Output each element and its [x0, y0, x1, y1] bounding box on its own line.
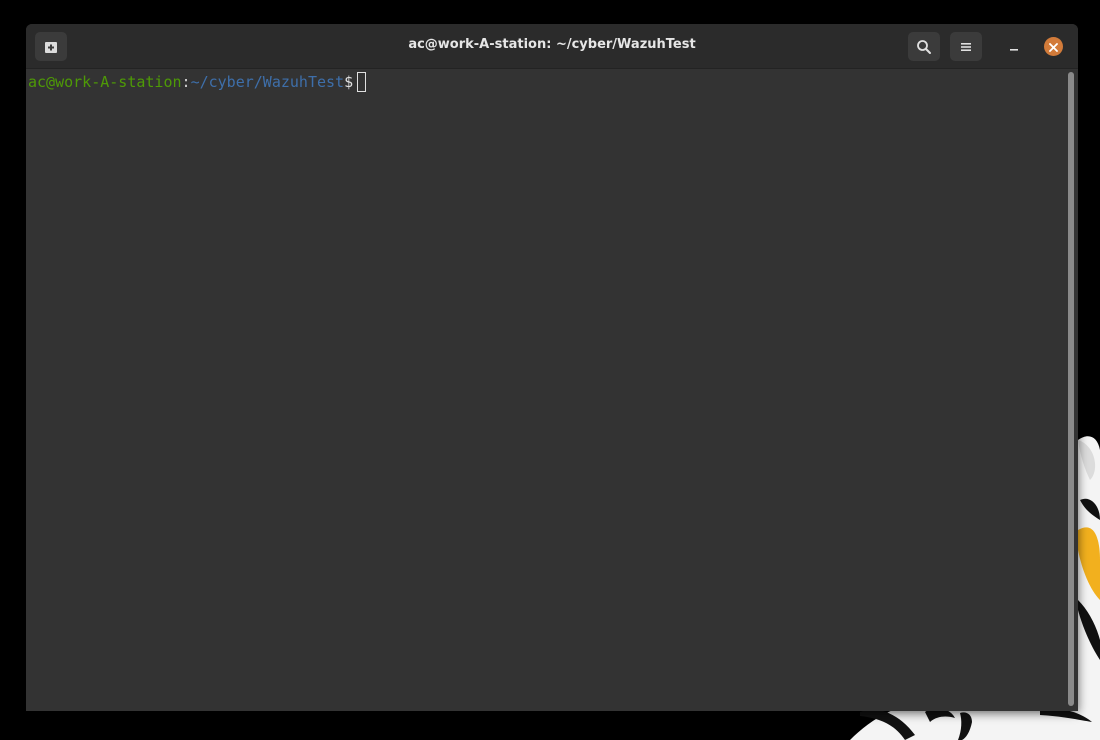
prompt-line: ac@work-A-station:~/cyber/WazuhTest$: [28, 72, 367, 92]
titlebar: ac@work-A-station: ~/cyber/WazuhTest: [26, 24, 1078, 69]
terminal-output-area[interactable]: ac@work-A-station:~/cyber/WazuhTest$: [26, 69, 1066, 711]
hamburger-menu-icon: [960, 41, 972, 53]
minimize-icon: [1009, 42, 1019, 52]
search-icon: [916, 39, 932, 55]
prompt-separator: :: [181, 73, 191, 91]
prompt-path: ~/cyber/WazuhTest: [190, 73, 345, 91]
terminal-window: ac@work-A-station: ~/cyber/WazuhTest ac@…: [26, 24, 1078, 711]
close-icon: [1049, 37, 1058, 56]
text-cursor: [357, 72, 367, 92]
close-button[interactable]: [1044, 37, 1063, 56]
prompt-symbol: $: [344, 73, 354, 91]
prompt-user-host: ac@work-A-station: [28, 73, 182, 91]
menu-button[interactable]: [950, 32, 982, 61]
minimize-button[interactable]: [998, 32, 1030, 61]
search-button[interactable]: [908, 32, 940, 61]
desktop: ac@work-A-station: ~/cyber/WazuhTest ac@…: [0, 0, 1100, 740]
scrollbar[interactable]: [1068, 72, 1074, 706]
